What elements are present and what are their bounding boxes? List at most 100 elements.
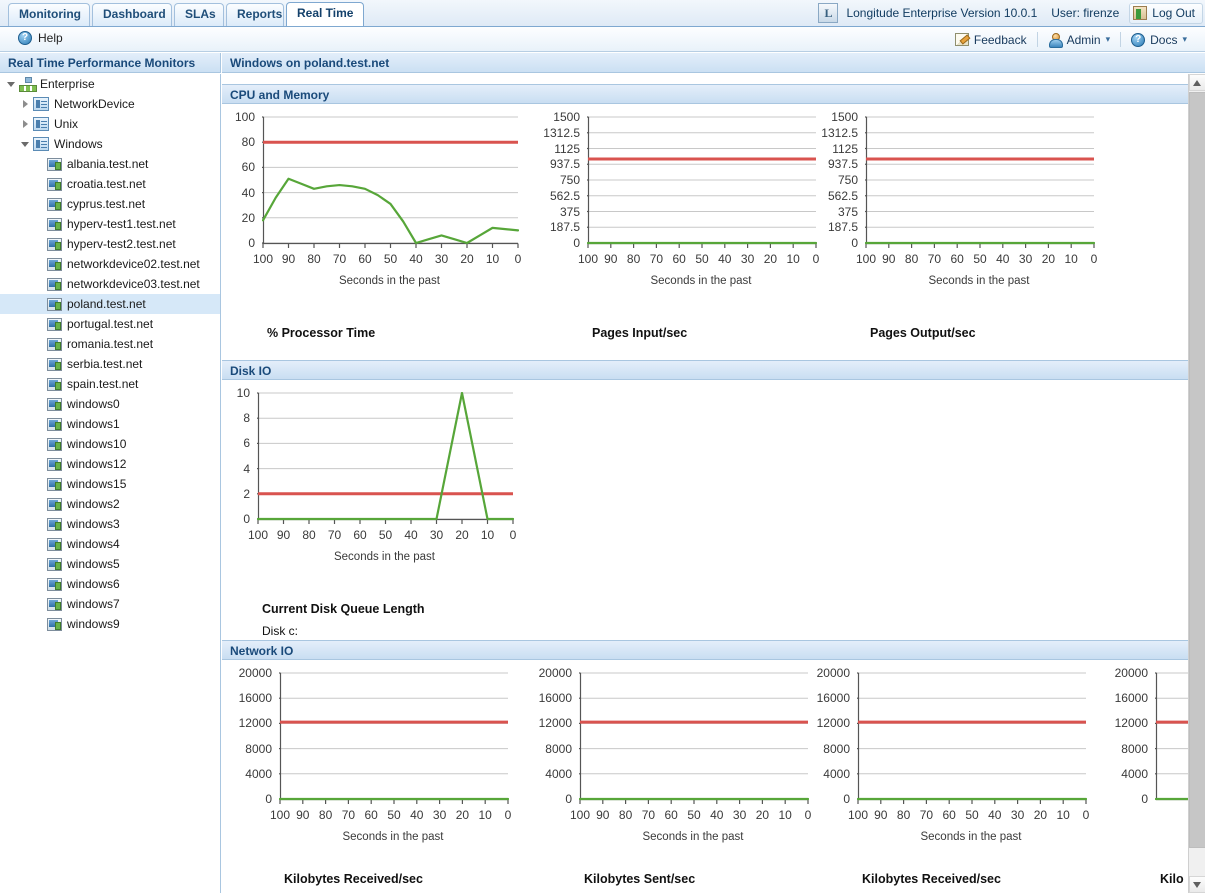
y-axis-tick-label: 100 bbox=[234, 110, 255, 124]
tree-node-windows6[interactable]: windows6 bbox=[0, 574, 220, 594]
tree-node-label: hyperv-test1.test.net bbox=[67, 217, 176, 231]
host-icon bbox=[47, 497, 62, 511]
tree-node-serbia-test-net[interactable]: serbia.test.net bbox=[0, 354, 220, 374]
chart-plot-svg bbox=[275, 672, 510, 804]
x-axis-tick-label: 0 bbox=[1082, 808, 1090, 822]
tree-node-label: windows6 bbox=[67, 577, 120, 591]
tree-node-croatia-test-net[interactable]: croatia.test.net bbox=[0, 174, 220, 194]
x-axis-label: Seconds in the past bbox=[650, 275, 752, 287]
tree-toggle-collapsed-icon[interactable] bbox=[20, 98, 32, 110]
tree-node-albania-test-net[interactable]: albania.test.net bbox=[0, 154, 220, 174]
tree-node-windows1[interactable]: windows1 bbox=[0, 414, 220, 434]
chart-title: Kilobytes Received/sec bbox=[284, 872, 423, 886]
main-bottom-strip bbox=[222, 888, 1188, 893]
tree-node-label: windows0 bbox=[67, 397, 120, 411]
tree-node-windows[interactable]: Windows bbox=[0, 134, 220, 154]
scroll-down-button[interactable] bbox=[1189, 876, 1205, 893]
tab-dashboard[interactable]: Dashboard bbox=[92, 3, 172, 26]
host-icon bbox=[47, 357, 62, 371]
tree-node-networkdevice02-test-net[interactable]: networkdevice02.test.net bbox=[0, 254, 220, 274]
x-axis-tick-label: 90 bbox=[874, 808, 888, 822]
tree-node-hyperv-test2-test-net[interactable]: hyperv-test2.test.net bbox=[0, 234, 220, 254]
x-axis-tick-label: 0 bbox=[504, 808, 512, 822]
tree-node-romania-test-net[interactable]: romania.test.net bbox=[0, 334, 220, 354]
tab-real-time[interactable]: Real Time bbox=[286, 2, 364, 26]
panel-header[interactable]: CPU and Memory bbox=[222, 84, 1188, 104]
panel-body: 0 2 4 6 8 10 100 90 80 70 60 50 40 30 20 10 0 Seconds in … bbox=[222, 380, 1188, 654]
x-axis-tick-label: 70 bbox=[327, 528, 342, 542]
y-axis-tick-label: 40 bbox=[241, 185, 255, 200]
tree-node-networkdevice03-test-net[interactable]: networkdevice03.test.net bbox=[0, 274, 220, 294]
tree-node-portugal-test-net[interactable]: portugal.test.net bbox=[0, 314, 220, 334]
scrollbar-thumb[interactable] bbox=[1189, 92, 1205, 848]
x-axis-tick-label: 10 bbox=[778, 808, 792, 822]
tab-reports[interactable]: Reports bbox=[226, 3, 284, 26]
panel-header[interactable]: Network IO bbox=[222, 640, 1188, 660]
x-axis-tick-label: 60 bbox=[942, 808, 956, 822]
chart-plot-svg bbox=[1151, 672, 1188, 801]
tree-toggle-collapsed-icon[interactable] bbox=[20, 118, 32, 130]
y-axis-tick-label: 4000 bbox=[545, 766, 572, 781]
tree-node-spain-test-net[interactable]: spain.test.net bbox=[0, 374, 220, 394]
panel-body: 0 4000 8000 12000 16000 20000 100 90 80 70 60 50 40 3… bbox=[222, 660, 1188, 893]
x-axis-tick-label: 0 bbox=[514, 252, 522, 266]
x-axis-tick-label: 40 bbox=[409, 252, 423, 266]
tree-node-windows9[interactable]: windows9 bbox=[0, 614, 220, 634]
x-axis-tick-label: 20 bbox=[460, 252, 474, 266]
x-axis-tick-label: 50 bbox=[695, 252, 709, 266]
host-icon bbox=[47, 397, 62, 411]
secondary-toolbar: ? Help Feedback Admin ▾ ? Docs ▾ bbox=[0, 27, 1205, 52]
tree-node-hyperv-test1-test-net[interactable]: hyperv-test1.test.net bbox=[0, 214, 220, 234]
host-icon bbox=[47, 437, 62, 451]
x-axis-tick-label: 50 bbox=[973, 252, 987, 266]
tree-toggle-expanded-icon[interactable] bbox=[20, 138, 32, 150]
host-icon bbox=[47, 577, 62, 591]
tree-toggle-expanded-icon[interactable] bbox=[6, 78, 18, 90]
logout-button[interactable]: Log Out bbox=[1129, 2, 1203, 24]
tree-node-windows7[interactable]: windows7 bbox=[0, 594, 220, 614]
panel-header[interactable]: Disk IO bbox=[222, 360, 1188, 380]
vertical-scrollbar[interactable] bbox=[1188, 74, 1205, 893]
y-axis-tick-label: 6 bbox=[243, 436, 250, 451]
y-axis-tick-label: 937.5 bbox=[549, 157, 580, 172]
tree-node-windows2[interactable]: windows2 bbox=[0, 494, 220, 514]
tree-node-windows0[interactable]: windows0 bbox=[0, 394, 220, 414]
x-axis-tick-label: 30 bbox=[1010, 808, 1025, 822]
tree-node-windows15[interactable]: windows15 bbox=[0, 474, 220, 494]
tree-node-windows5[interactable]: windows5 bbox=[0, 554, 220, 574]
tree-node-windows10[interactable]: windows10 bbox=[0, 434, 220, 454]
pencil-icon bbox=[954, 33, 969, 46]
tree-node-windows4[interactable]: windows4 bbox=[0, 534, 220, 554]
help-button[interactable]: ? Help bbox=[18, 31, 63, 45]
x-axis-tick-label: 40 bbox=[988, 808, 1002, 822]
tree-node-windows3[interactable]: windows3 bbox=[0, 514, 220, 534]
x-axis-tick-label: 40 bbox=[718, 252, 732, 266]
group-icon bbox=[33, 137, 49, 151]
tab-monitoring[interactable]: Monitoring bbox=[8, 3, 90, 26]
y-axis-tick-label: 10 bbox=[236, 386, 250, 400]
admin-menu[interactable]: Admin ▾ bbox=[1038, 30, 1121, 49]
enterprise-icon bbox=[19, 77, 37, 92]
docs-menu[interactable]: ? Docs ▾ bbox=[1121, 30, 1197, 49]
y-axis-tick-label: 0 bbox=[843, 792, 850, 806]
tree-node-networkdevice[interactable]: NetworkDevice bbox=[0, 94, 220, 114]
scroll-up-button[interactable] bbox=[1189, 74, 1205, 91]
host-icon bbox=[47, 377, 62, 391]
tree-node-poland-test-net[interactable]: poland.test.net bbox=[0, 294, 220, 314]
device-tree[interactable]: Enterprise NetworkDevice Unix Windows albani… bbox=[0, 74, 221, 893]
top-tab-bar: Monitoring Dashboard SLAs Reports Real T… bbox=[0, 0, 1205, 27]
tree-node-enterprise[interactable]: Enterprise bbox=[0, 74, 220, 94]
host-icon bbox=[47, 557, 62, 571]
y-axis-tick-label: 4000 bbox=[245, 766, 272, 781]
host-icon bbox=[47, 257, 62, 271]
tab-slas[interactable]: SLAs bbox=[174, 3, 224, 26]
tree-node-unix[interactable]: Unix bbox=[0, 114, 220, 134]
x-axis-tick-label: 50 bbox=[687, 808, 701, 822]
feedback-button[interactable]: Feedback bbox=[945, 30, 1037, 49]
tree-node-cyprus-test-net[interactable]: cyprus.test.net bbox=[0, 194, 220, 214]
tree-node-windows12[interactable]: windows12 bbox=[0, 454, 220, 474]
